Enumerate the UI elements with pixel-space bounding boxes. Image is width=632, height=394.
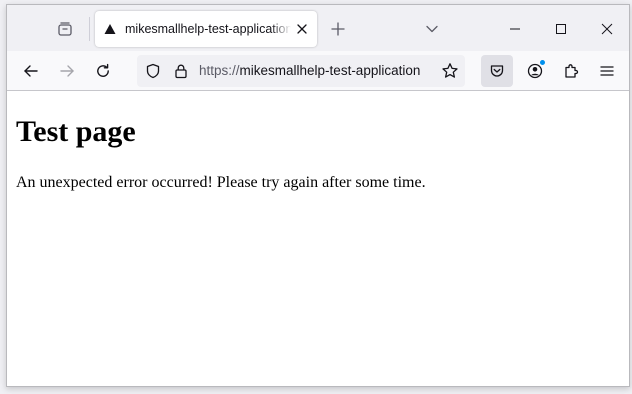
arrow-right-icon — [59, 63, 75, 79]
minimize-icon — [509, 23, 521, 35]
list-all-tabs-button[interactable] — [419, 16, 445, 42]
browser-window: mikesmallhelp-test-application https://m… — [6, 4, 630, 387]
pocket-icon — [489, 63, 505, 79]
url-text[interactable]: https://mikesmallhelp-test-application — [199, 55, 433, 87]
close-tab-icon[interactable] — [293, 20, 311, 38]
maximize-button[interactable] — [539, 9, 583, 49]
address-bar[interactable]: https://mikesmallhelp-test-application — [137, 55, 465, 87]
reload-button[interactable] — [87, 55, 119, 87]
navigation-toolbar: https://mikesmallhelp-test-application — [7, 51, 629, 91]
triangle-favicon-icon — [104, 23, 116, 35]
lock-icon[interactable] — [173, 63, 189, 79]
extensions-button[interactable] — [555, 55, 587, 87]
tab-title: mikesmallhelp-test-application — [125, 22, 291, 36]
firefox-view-button[interactable] — [51, 15, 79, 43]
error-message: An unexpected error occurred! Please try… — [16, 174, 426, 191]
chevron-down-icon — [425, 22, 439, 36]
forward-button[interactable] — [51, 55, 83, 87]
reload-icon — [95, 63, 111, 79]
minimize-button[interactable] — [493, 9, 537, 49]
close-window-button[interactable] — [585, 9, 629, 49]
app-menu-button[interactable] — [591, 55, 623, 87]
tab-strip: mikesmallhelp-test-application — [7, 5, 629, 51]
url-scheme: https:// — [199, 63, 240, 78]
plus-icon — [331, 22, 345, 36]
page-title: Test page — [16, 115, 136, 148]
page-content: Test page An unexpected error occurred! … — [7, 92, 629, 386]
tab-active[interactable]: mikesmallhelp-test-application — [95, 11, 317, 47]
close-icon — [601, 23, 613, 35]
account-button[interactable] — [519, 55, 551, 87]
pocket-button[interactable] — [481, 55, 513, 87]
new-tab-button[interactable] — [325, 16, 351, 42]
arrow-left-icon — [23, 63, 39, 79]
notification-dot-icon — [539, 59, 546, 66]
hamburger-menu-icon — [599, 63, 615, 79]
bookmark-star-icon[interactable] — [441, 62, 459, 80]
puzzle-piece-icon — [563, 63, 579, 79]
firefox-view-icon — [57, 21, 73, 37]
tab-strip-divider — [89, 17, 90, 41]
back-button[interactable] — [15, 55, 47, 87]
url-host: mikesmallhelp-test-application — [239, 63, 421, 78]
maximize-icon — [555, 23, 567, 35]
tracking-protection-shield-icon[interactable] — [145, 63, 161, 79]
